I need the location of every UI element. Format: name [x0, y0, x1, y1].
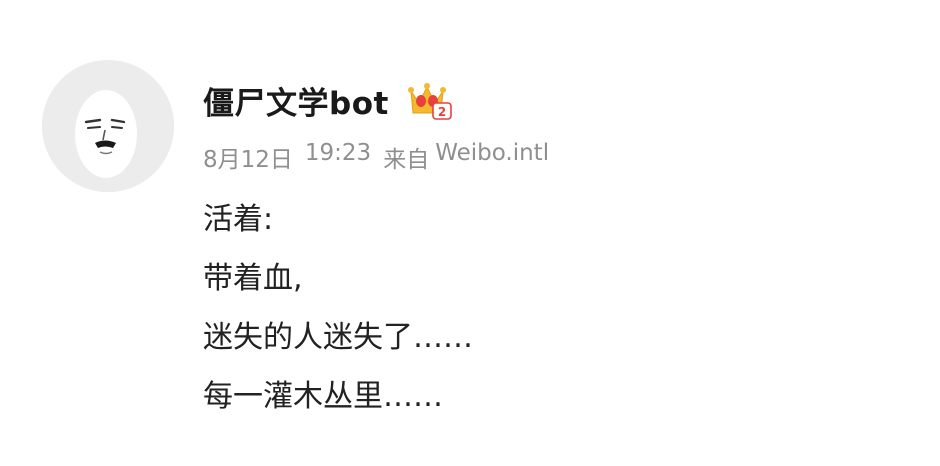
post-meta: 8月12日 19:23 来自 Weibo.intl — [203, 140, 549, 174]
content-line: 活着: — [203, 202, 274, 237]
avatar[interactable] — [42, 60, 174, 192]
content-line: 带着血, — [203, 261, 303, 296]
avatar-face-icon — [42, 60, 174, 192]
vip-crown-icon[interactable]: 2 — [407, 79, 453, 121]
weibo-post: 僵尸文学bot 2 8月12日 19:23 来自 Weibo.intl 活着: … — [0, 0, 940, 466]
post-content: 活着: 带着血, 迷失的人迷失了…… 每一灌木丛里…… — [203, 196, 473, 432]
post-header: 僵尸文学bot 2 — [203, 78, 453, 122]
post-date: 8月12日 — [203, 147, 293, 173]
post-time: 19:23 — [304, 140, 372, 166]
content-line: 每一灌木丛里…… — [203, 379, 443, 414]
post-source[interactable]: Weibo.intl — [435, 140, 549, 174]
username[interactable]: 僵尸文学bot — [203, 78, 389, 123]
source-prefix: 来自 — [383, 147, 430, 173]
content-line: 迷失的人迷失了…… — [203, 320, 473, 355]
svg-text:2: 2 — [438, 105, 446, 119]
